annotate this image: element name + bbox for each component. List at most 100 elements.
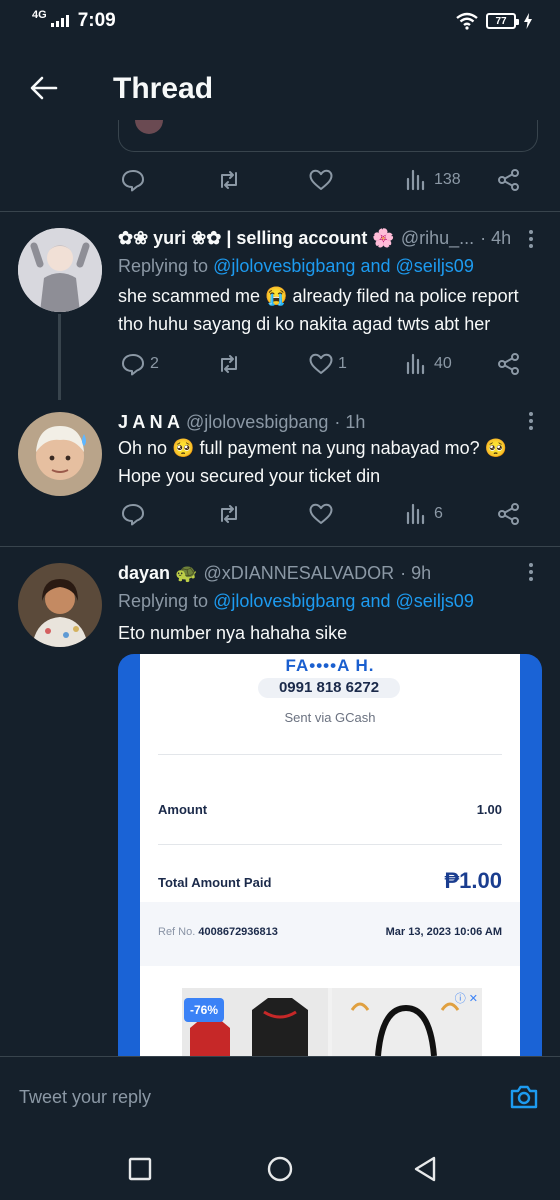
recents-icon[interactable]: [125, 1154, 155, 1184]
analytics-icon: [406, 503, 425, 525]
back-nav-icon[interactable]: [410, 1154, 440, 1184]
replying-prefix: Replying to: [118, 256, 209, 276]
retweet-button[interactable]: [216, 498, 242, 530]
wifi-icon: [456, 12, 478, 30]
heart-icon: [309, 353, 333, 374]
handle[interactable]: @rihu_...: [401, 228, 474, 249]
views-button[interactable]: 40: [404, 348, 452, 380]
retweet-button[interactable]: [216, 164, 242, 196]
amount-label: Amount: [158, 802, 208, 817]
mention-link[interactable]: @seiljs09: [396, 256, 474, 276]
mention-link[interactable]: @jlolovesbigbang: [213, 591, 355, 611]
handle[interactable]: @jlolovesbigbang: [186, 412, 328, 433]
reply-icon: [122, 504, 144, 526]
reply-count: 2: [150, 355, 159, 372]
reply-icon: [122, 354, 144, 376]
signal-icon: [50, 15, 69, 27]
home-icon[interactable]: [265, 1154, 295, 1184]
handle[interactable]: @xDIANNESALVADOR: [203, 563, 394, 584]
tweet-header: ✿❀ yuri ❀✿ | selling account 🌸 @rihu_...…: [118, 228, 510, 249]
heart-icon: [309, 169, 333, 190]
total-label: Total Amount Paid: [158, 875, 272, 890]
more-options-icon[interactable]: [528, 230, 534, 252]
views-count: 138: [434, 171, 461, 188]
replying-and: and: [360, 591, 391, 611]
avatar: [135, 120, 163, 134]
charging-icon: [524, 13, 532, 29]
reply-input[interactable]: Tweet your reply: [19, 1087, 151, 1108]
replying-to: Replying to @jlolovesbigbang and @seiljs…: [118, 256, 474, 277]
replying-and: and: [360, 256, 391, 276]
receipt-date: Mar 13, 2023 10:06 AM: [385, 926, 502, 938]
network-type: 4G: [32, 9, 47, 21]
reply-button[interactable]: [120, 498, 146, 530]
ref-value: 4008672936813: [198, 926, 278, 938]
heart-icon: [309, 503, 333, 524]
like-button[interactable]: [308, 498, 334, 530]
avatar[interactable]: [18, 228, 102, 312]
thread-connector: [58, 314, 61, 400]
divider: [158, 844, 502, 845]
reply-composer: Tweet your reply: [0, 1056, 560, 1140]
analytics-icon: [406, 169, 425, 191]
retweet-button[interactable]: [216, 348, 242, 380]
share-icon: [498, 169, 519, 191]
tweet-text: she scammed me 😭 already filed na police…: [118, 286, 519, 334]
tweet-actions: 138: [118, 164, 528, 196]
retweet-icon: [221, 171, 237, 189]
display-name[interactable]: ✿❀ yuri ❀✿ | selling account 🌸: [118, 228, 395, 249]
tweet-header: J A N A @jlolovesbigbang · 1h: [118, 412, 510, 433]
share-icon: [498, 503, 519, 525]
receipt-recipient: FA••••A H.: [285, 656, 375, 675]
tweet-header: dayan 🐢 @xDIANNESALVADOR · 9h: [118, 563, 510, 584]
mention-link[interactable]: @jlolovesbigbang: [213, 256, 355, 276]
like-count: 1: [338, 355, 347, 372]
tweet-yuri[interactable]: ✿❀ yuri ❀✿ | selling account 🌸 @rihu_...…: [0, 212, 560, 400]
replying-to: Replying to @jlolovesbigbang and @seiljs…: [118, 591, 474, 612]
camera-icon[interactable]: [508, 1081, 540, 1113]
ref-number: Ref No. 4008672936813: [158, 926, 278, 938]
amount-value: 1.00: [476, 802, 502, 817]
timestamp: · 9h: [400, 563, 432, 583]
display-name[interactable]: J A N A: [118, 412, 180, 433]
share-button[interactable]: [496, 164, 522, 196]
views-button[interactable]: 138: [404, 164, 461, 196]
quoted-tweet-card[interactable]: [118, 120, 538, 152]
battery-level: 77: [495, 15, 507, 27]
share-button[interactable]: [496, 498, 522, 530]
ad-close-icon[interactable]: ⓘ ✕: [455, 990, 478, 1006]
receipt-sent-via: Sent via GCash: [284, 710, 376, 725]
tweet-media-image[interactable]: FA••••A H. 0991 818 6272 Sent via GCash …: [118, 654, 542, 1056]
share-button[interactable]: [496, 348, 522, 380]
timestamp: · 4h: [480, 228, 510, 248]
views-count: 40: [434, 355, 452, 372]
timestamp: · 1h: [334, 412, 366, 432]
receipt-phone: 0991 818 6272: [258, 678, 400, 698]
reply-button[interactable]: 2: [120, 348, 159, 380]
avatar[interactable]: [18, 412, 102, 496]
status-bar: 4G 7:09 77: [0, 0, 560, 44]
display-name[interactable]: dayan 🐢: [118, 563, 197, 584]
mention-link[interactable]: @seiljs09: [396, 591, 474, 611]
more-options-icon[interactable]: [528, 563, 534, 585]
app-bar: Thread: [0, 44, 560, 130]
discount-badge: -76%: [184, 998, 224, 1022]
tweet-actions: 2 1 40: [118, 348, 528, 380]
analytics-icon: [406, 353, 425, 375]
clock: 7:09: [77, 10, 116, 31]
reply-button[interactable]: [120, 164, 146, 196]
retweet-icon: [221, 355, 237, 373]
system-nav-bar: [0, 1140, 560, 1200]
tweet-jana[interactable]: J A N A @jlolovesbigbang · 1h Oh no 🥺 fu…: [0, 400, 560, 546]
replying-prefix: Replying to: [118, 591, 209, 611]
avatar-image: [18, 228, 102, 312]
ad-banner: -76% ⓘ ✕: [182, 988, 482, 1056]
views-button[interactable]: 6: [404, 498, 443, 530]
arrow-left-icon[interactable]: [28, 72, 60, 104]
like-button[interactable]: 1: [308, 348, 347, 380]
like-button[interactable]: [308, 164, 334, 196]
more-options-icon[interactable]: [528, 412, 534, 434]
avatar[interactable]: [18, 563, 102, 647]
reply-icon: [122, 170, 144, 192]
ref-label: Ref No.: [158, 926, 196, 938]
